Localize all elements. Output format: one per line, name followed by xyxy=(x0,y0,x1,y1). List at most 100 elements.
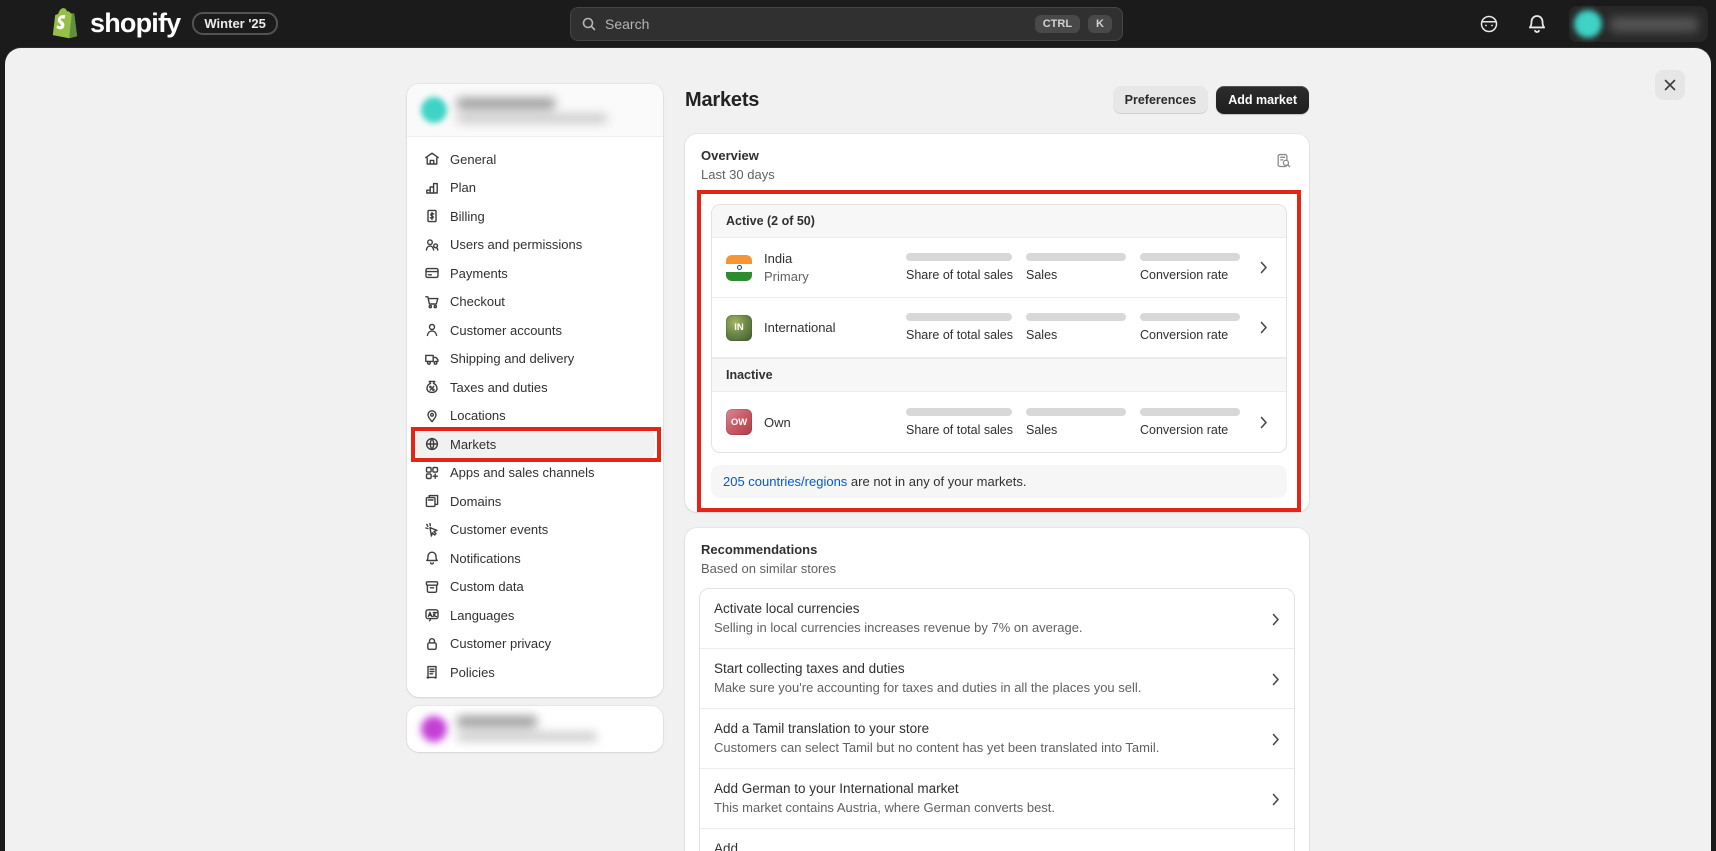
recommendation-partial-clipped[interactable]: Add … xyxy=(700,829,1294,851)
sidebar-store-header xyxy=(407,84,663,137)
settings-modal: General Plan Billing Users and permissio… xyxy=(5,48,1711,851)
overview-subtitle: Last 30 days xyxy=(701,167,1293,182)
chevron-right-icon xyxy=(1272,733,1280,751)
metric-bar xyxy=(1140,313,1240,321)
sidebar-item-taxes-and-duties[interactable]: Taxes and duties xyxy=(415,373,655,402)
truck-icon xyxy=(423,351,440,367)
notifications-bell-button[interactable] xyxy=(1521,8,1553,40)
policy-document-icon xyxy=(423,664,440,680)
india-flag-icon xyxy=(726,255,752,281)
store-icon xyxy=(423,151,440,167)
sidebar-item-markets[interactable]: Markets xyxy=(415,430,655,459)
secondary-avatar xyxy=(421,716,447,742)
market-metrics: Share of total sales Sales Conversion ra… xyxy=(906,313,1240,342)
billing-receipt-icon xyxy=(423,208,440,224)
chevron-right-icon xyxy=(1256,416,1272,429)
sidebar-item-general[interactable]: General xyxy=(415,145,655,174)
redacted-secondary-info xyxy=(457,716,597,741)
redacted-store-info xyxy=(457,98,607,123)
view-report-button[interactable] xyxy=(1269,146,1297,174)
version-badge: Winter '25 xyxy=(192,12,278,35)
recommendation-tamil-translation[interactable]: Add a Tamil translation to your store Cu… xyxy=(700,709,1294,769)
sidebar-item-customer-accounts[interactable]: Customer accounts xyxy=(415,316,655,345)
recommendations-subtitle: Based on similar stores xyxy=(701,561,1293,576)
archive-box-icon xyxy=(423,579,440,595)
metric-bar xyxy=(1140,408,1240,416)
metric-bar xyxy=(1140,253,1240,261)
countries-footer: 205 countries/regions are not in any of … xyxy=(711,465,1287,498)
recommendation-activate-local-currencies[interactable]: Activate local currencies Selling in loc… xyxy=(700,589,1294,649)
domains-icon xyxy=(423,493,440,509)
markets-table: Active (2 of 50) India Primary Share of … xyxy=(711,204,1287,453)
overview-card: Overview Last 30 days Active (2 of 50) xyxy=(685,134,1309,512)
users-icon xyxy=(423,237,440,253)
search-placeholder: Search xyxy=(605,16,1027,32)
sidebar-item-payments[interactable]: Payments xyxy=(415,259,655,288)
market-metrics: Share of total sales Sales Conversion ra… xyxy=(906,408,1240,437)
sidebar-item-domains[interactable]: Domains xyxy=(415,487,655,516)
sidebar-item-custom-data[interactable]: Custom data xyxy=(415,573,655,602)
close-button[interactable] xyxy=(1655,70,1685,100)
inactive-section-header: Inactive xyxy=(712,358,1286,392)
page-title: Markets xyxy=(685,89,759,112)
store-avatar xyxy=(1574,10,1602,38)
account-menu[interactable] xyxy=(1569,6,1708,42)
secondary-account-card[interactable] xyxy=(407,706,663,752)
preferences-button[interactable]: Preferences xyxy=(1113,86,1209,114)
chevron-right-icon xyxy=(1272,613,1280,631)
sidebar-item-checkout[interactable]: Checkout xyxy=(415,288,655,317)
shopify-logo: shopify Winter '25 xyxy=(50,7,278,39)
recommendations-card: Recommendations Based on similar stores … xyxy=(685,528,1309,851)
person-icon xyxy=(423,322,440,338)
settings-layout: General Plan Billing Users and permissio… xyxy=(407,48,1309,851)
sidebar-item-customer-privacy[interactable]: Customer privacy xyxy=(415,630,655,659)
sidebar-item-apps-and-sales-channels[interactable]: Apps and sales channels xyxy=(415,459,655,488)
market-row-india[interactable]: India Primary Share of total sales Sales… xyxy=(712,238,1286,298)
sidebar-item-plan[interactable]: Plan xyxy=(415,174,655,203)
credit-card-icon xyxy=(423,265,440,281)
settings-nav: General Plan Billing Users and permissio… xyxy=(407,137,663,697)
metric-bar xyxy=(906,313,1012,321)
metric-bar xyxy=(1026,253,1126,261)
shortcut-ctrl-key: CTRL xyxy=(1035,15,1080,33)
overview-title: Overview xyxy=(701,148,1293,163)
settings-sidebar: General Plan Billing Users and permissio… xyxy=(407,84,663,851)
market-name: International xyxy=(764,320,894,335)
shortcut-k-key: K xyxy=(1088,15,1112,33)
sidekick-button[interactable] xyxy=(1473,8,1505,40)
sidebar-item-users-and-permissions[interactable]: Users and permissions xyxy=(415,231,655,260)
cursor-click-icon xyxy=(423,522,440,538)
market-name: Own xyxy=(764,415,894,430)
chevron-right-icon xyxy=(1256,321,1272,334)
market-name: India xyxy=(764,251,894,266)
sidebar-item-customer-events[interactable]: Customer events xyxy=(415,516,655,545)
location-pin-icon xyxy=(423,408,440,424)
market-metrics: Share of total sales Sales Conversion ra… xyxy=(906,253,1240,282)
recommendation-collect-taxes[interactable]: Start collecting taxes and duties Make s… xyxy=(700,649,1294,709)
metric-bar xyxy=(1026,408,1126,416)
brand-wordmark: shopify xyxy=(90,8,180,39)
sidebar-item-languages[interactable]: Languages xyxy=(415,601,655,630)
shopify-bag-icon xyxy=(50,7,78,39)
add-market-button[interactable]: Add market xyxy=(1216,86,1309,114)
recommendations-list: Activate local currencies Selling in loc… xyxy=(699,588,1295,851)
bell-icon xyxy=(423,550,440,566)
countries-regions-link[interactable]: 205 countries/regions xyxy=(723,474,847,489)
sidebar-item-locations[interactable]: Locations xyxy=(415,402,655,431)
market-row-international[interactable]: IN International Share of total sales Sa… xyxy=(712,298,1286,358)
apps-grid-icon xyxy=(423,465,440,481)
market-row-own[interactable]: OW Own Share of total sales Sales Conver… xyxy=(712,392,1286,452)
sidebar-item-policies[interactable]: Policies xyxy=(415,658,655,687)
recommendation-add-german[interactable]: Add German to your International market … xyxy=(700,769,1294,829)
cart-icon xyxy=(423,294,440,310)
redacted-store-name xyxy=(1610,17,1698,32)
sidebar-item-notifications[interactable]: Notifications xyxy=(415,544,655,573)
sidebar-item-shipping-and-delivery[interactable]: Shipping and delivery xyxy=(415,345,655,374)
chevron-right-icon xyxy=(1256,261,1272,274)
topbar-right xyxy=(1473,0,1708,48)
global-search-input[interactable]: Search CTRL K xyxy=(570,7,1123,41)
metric-bar xyxy=(1026,313,1126,321)
sidebar-item-billing[interactable]: Billing xyxy=(415,202,655,231)
topbar: shopify Winter '25 Search CTRL K xyxy=(0,0,1716,48)
active-section-header: Active (2 of 50) xyxy=(712,205,1286,238)
